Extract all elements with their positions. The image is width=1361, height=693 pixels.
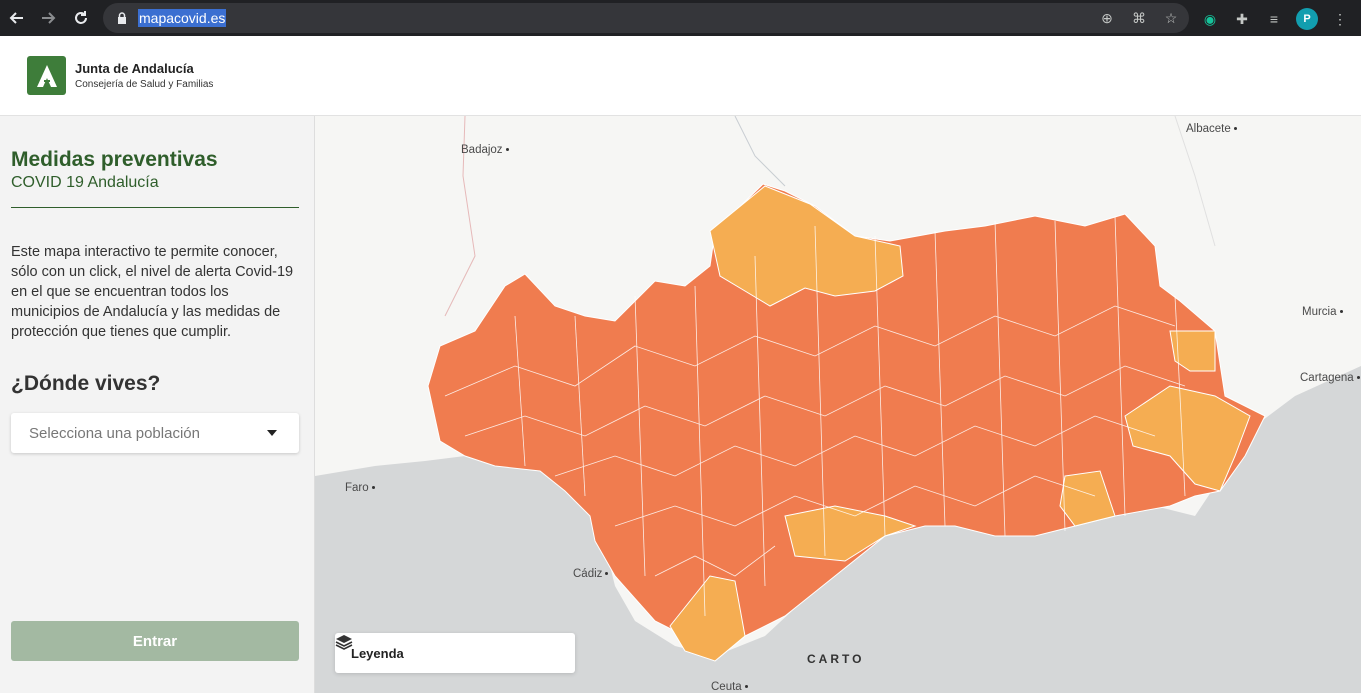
divider <box>11 207 299 208</box>
city-label-cartagena: Cartagena <box>1300 372 1360 384</box>
address-bar[interactable]: mapacovid.es ⊕ ⌘ ☆ <box>103 3 1189 33</box>
city-label-ceuta: Ceuta <box>711 681 748 693</box>
kebab-menu-icon[interactable]: ⋮ <box>1330 9 1350 29</box>
reload-icon <box>75 11 87 24</box>
layers-icon[interactable] <box>335 633 353 651</box>
caret-down-icon <box>267 430 277 436</box>
map-canvas[interactable] <box>315 116 1361 693</box>
legend-label: Leyenda <box>351 645 404 661</box>
city-label-cadiz: Cádiz <box>573 568 608 580</box>
back-button[interactable] <box>2 3 32 33</box>
zoom-plus-icon[interactable]: ⊕ <box>1097 8 1117 28</box>
grammarly-extension-icon[interactable]: ◉ <box>1200 9 1220 29</box>
org-subtitle: Consejería de Salud y Familias <box>75 79 214 90</box>
city-label-badajoz: Badajoz <box>461 144 509 156</box>
translate-icon[interactable]: ⌘ <box>1129 8 1149 28</box>
page-title: Medidas preventivas <box>11 148 218 171</box>
enter-button[interactable]: Entrar <box>11 621 299 661</box>
city-label-albacete: Albacete <box>1186 123 1237 135</box>
location-question: ¿Dónde vives? <box>11 372 161 395</box>
sidebar-panel: Medidas preventivas COVID 19 Andalucía E… <box>0 116 315 693</box>
extensions-puzzle-icon[interactable]: ✚ <box>1232 9 1252 29</box>
org-name: Junta de Andalucía <box>75 61 194 76</box>
reading-list-icon[interactable]: ≡ <box>1264 9 1284 29</box>
profile-avatar[interactable]: P <box>1296 8 1318 30</box>
legend-panel[interactable]: Leyenda <box>335 633 575 673</box>
city-label-faro: Faro <box>345 482 375 494</box>
city-label-murcia: Murcia <box>1302 306 1343 318</box>
browser-toolbar: mapacovid.es ⊕ ⌘ ☆ ◉ ✚ ≡ P ⋮ <box>0 0 1361 36</box>
lock-icon <box>115 11 129 25</box>
url-text[interactable]: mapacovid.es <box>138 9 227 27</box>
arrow-right-icon <box>42 12 56 24</box>
population-select[interactable]: Selecciona una población <box>11 413 299 453</box>
reload-button[interactable] <box>66 3 96 33</box>
alert-map[interactable]: Badajoz Albacete Murcia Cartagena Faro C… <box>315 116 1361 693</box>
intro-paragraph: Este mapa interactivo te permite conocer… <box>11 244 294 340</box>
carto-attribution[interactable]: CARTO <box>807 652 864 666</box>
andalucia-logo-icon <box>36 64 57 87</box>
arrow-left-icon <box>9 12 23 24</box>
forward-button[interactable] <box>33 3 63 33</box>
junta-logo[interactable] <box>27 56 66 95</box>
bookmark-star-icon[interactable]: ☆ <box>1161 8 1181 28</box>
page-subtitle: COVID 19 Andalucía <box>11 174 159 191</box>
site-header: Junta de Andalucía Consejería de Salud y… <box>0 36 1361 116</box>
select-placeholder: Selecciona una población <box>29 424 200 442</box>
